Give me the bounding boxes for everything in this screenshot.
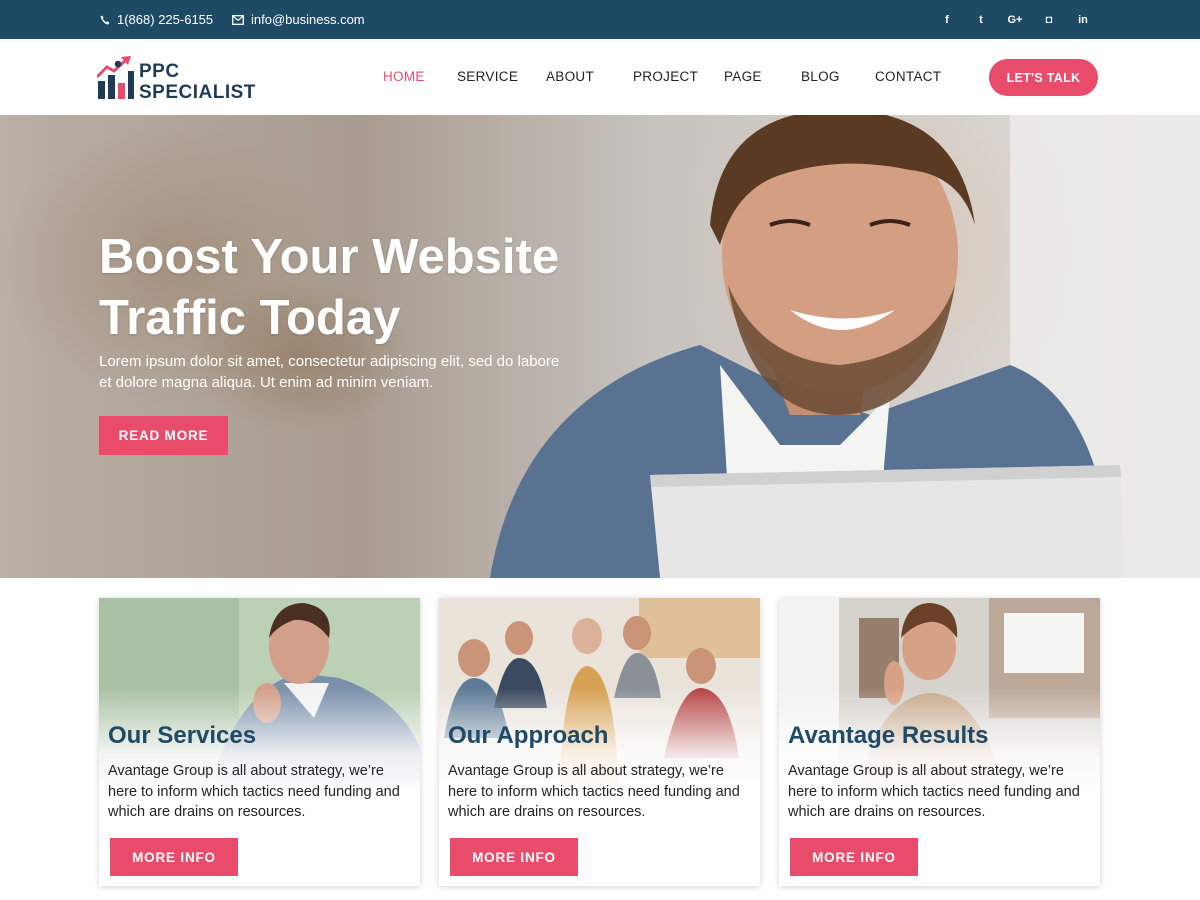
- facebook-icon[interactable]: f: [930, 0, 964, 39]
- card-title: Our Services: [108, 722, 257, 749]
- hero-title: Boost Your Website Traffic Today: [99, 227, 599, 349]
- mail-icon: [232, 14, 244, 25]
- twitter-icon[interactable]: t: [964, 0, 998, 39]
- nav-home[interactable]: HOME: [383, 69, 425, 84]
- nav-blog[interactable]: BLOG: [801, 69, 840, 84]
- more-info-button[interactable]: MORE INFO: [450, 838, 578, 876]
- hero-title-line-2: Traffic Today: [99, 291, 401, 345]
- phone-contact[interactable]: 1(868) 225-6155: [100, 0, 213, 39]
- more-info-button[interactable]: MORE INFO: [110, 838, 238, 876]
- email-contact[interactable]: info@business.com: [232, 0, 365, 39]
- card-avantage-results: Avantage Results Avantage Group is all a…: [779, 598, 1100, 886]
- nav-service[interactable]: SERVICE: [457, 69, 518, 84]
- phone-number: 1(868) 225-6155: [117, 12, 214, 27]
- google-plus-icon[interactable]: G+: [998, 0, 1032, 39]
- nav-contact[interactable]: CONTACT: [875, 69, 941, 84]
- card-our-services: Our Services Avantage Group is all about…: [99, 598, 420, 886]
- hero-subtitle: Lorem ipsum dolor sit amet, consectetur …: [99, 353, 560, 391]
- site-header: PPC SPECIALIST HOME SERVICE ABOUT PROJEC…: [0, 39, 1200, 115]
- card-title: Avantage Results: [788, 722, 989, 749]
- card-text: Avantage Group is all about strategy, we…: [448, 763, 740, 820]
- hero-banner: Boost Your Website Traffic Today Lorem i…: [0, 115, 1200, 578]
- card-our-approach: Our Approach Avantage Group is all about…: [439, 598, 760, 886]
- instagram-icon[interactable]: ◘: [1032, 0, 1066, 39]
- nav-about[interactable]: ABOUT: [546, 69, 594, 84]
- card-text: Avantage Group is all about strategy, we…: [108, 763, 400, 820]
- nav-page[interactable]: PAGE: [724, 69, 762, 84]
- nav-project[interactable]: PROJECT: [633, 69, 698, 84]
- top-bar: 1(868) 225-6155 info@business.com f t G+…: [0, 0, 1200, 39]
- read-more-button[interactable]: READ MORE: [99, 416, 228, 455]
- card-title: Our Approach: [448, 722, 609, 749]
- lets-talk-button[interactable]: LET'S TALK: [989, 59, 1098, 96]
- card-text: Avantage Group is all about strategy, we…: [788, 763, 1080, 820]
- hero-title-line-1: Boost Your Website: [99, 230, 560, 284]
- more-info-button[interactable]: MORE INFO: [790, 838, 918, 876]
- phone-icon: [100, 15, 110, 24]
- linkedin-icon[interactable]: in: [1066, 0, 1100, 39]
- social-links: f t G+ ◘ in: [930, 0, 1100, 39]
- email-address: info@business.com: [251, 12, 365, 27]
